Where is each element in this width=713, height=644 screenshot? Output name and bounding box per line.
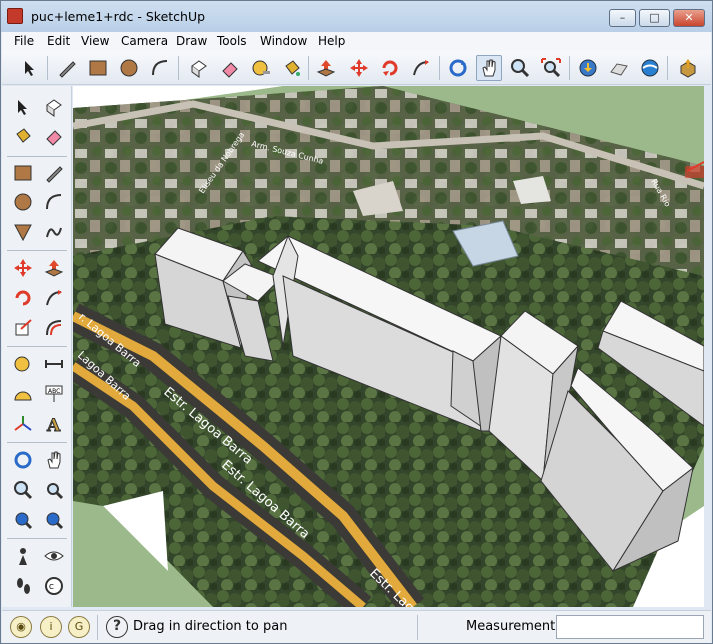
geo-location-icon[interactable]: ◉ (10, 616, 32, 638)
protractor-tool-icon[interactable] (10, 381, 36, 407)
rectangle-icon[interactable] (85, 55, 111, 81)
svg-text:C: C (49, 583, 54, 591)
rotate-tool-icon[interactable] (10, 285, 36, 311)
rectangle-tool-icon[interactable] (10, 160, 36, 186)
share-model-icon[interactable] (675, 55, 701, 81)
move-icon[interactable] (346, 55, 372, 81)
model-viewport[interactable]: Arm. Souza Cunha Eliseu da Nobrega Rua R… (73, 86, 704, 607)
select-tool-icon[interactable] (10, 94, 36, 120)
orbit-icon[interactable] (445, 55, 471, 81)
zoom-tool-icon[interactable] (10, 477, 36, 503)
3d-scene[interactable]: Arm. Souza Cunha Eliseu da Nobrega Rua R… (73, 86, 704, 607)
sketchup-app-icon[interactable] (7, 8, 23, 24)
dimension-tool-icon[interactable] (41, 351, 67, 377)
axes-tool-icon[interactable] (10, 411, 36, 437)
circle-tool-icon[interactable] (10, 189, 36, 215)
orbit-tool-icon[interactable] (10, 447, 36, 473)
line-tool-icon[interactable] (41, 160, 67, 186)
get-models-icon[interactable] (637, 55, 663, 81)
rotate-icon[interactable] (377, 55, 403, 81)
maximize-button[interactable]: □ (639, 9, 670, 27)
tape-measure-icon[interactable] (248, 55, 274, 81)
zoom-window-tool-icon[interactable] (41, 477, 67, 503)
arc-icon[interactable] (147, 55, 173, 81)
push-pull-tool-icon[interactable] (41, 255, 67, 281)
menu-view[interactable]: View (81, 34, 109, 48)
minimize-button[interactable]: – (609, 9, 636, 27)
push-pull-icon[interactable] (313, 55, 339, 81)
status-text: Drag in direction to pan (133, 619, 288, 634)
follow-me-tool-icon[interactable] (41, 285, 67, 311)
previous-view-icon[interactable] (10, 507, 36, 533)
status-bar: ◉ i G ? Drag in direction to pan Measure… (2, 610, 711, 643)
measurements-label: Measurements (466, 619, 563, 634)
sketchup-window: puc+leme1+rdc - SketchUp – □ ✕ File Edit… (0, 0, 713, 644)
move-tool-icon[interactable] (10, 255, 36, 281)
zoom-icon[interactable] (507, 55, 533, 81)
left-toolbar: ABC A C (2, 86, 72, 607)
3d-text-tool-icon[interactable]: A (41, 411, 67, 437)
offset-tool-icon[interactable] (41, 315, 67, 341)
pan-tool-icon[interactable] (41, 447, 67, 473)
paint-bucket-tool-icon[interactable] (10, 123, 36, 149)
polygon-tool-icon[interactable] (10, 219, 36, 245)
position-camera-icon[interactable] (10, 543, 36, 569)
text-tool-icon[interactable]: ABC (41, 381, 67, 407)
eraser-tool-icon[interactable] (41, 123, 67, 149)
window-title: puc+leme1+rdc - SketchUp (31, 9, 206, 24)
menu-window[interactable]: Window (260, 34, 307, 48)
section-plane-icon[interactable]: C (41, 573, 67, 599)
main-toolbar (2, 51, 711, 85)
instructor-help-icon[interactable]: ? (106, 616, 128, 638)
close-button[interactable]: ✕ (673, 9, 705, 27)
user-account-icon[interactable]: G (68, 616, 90, 638)
tape-measure-tool-icon[interactable] (10, 351, 36, 377)
menu-draw[interactable]: Draw (176, 34, 207, 48)
menu-help[interactable]: Help (318, 34, 345, 48)
pencil-icon[interactable] (54, 55, 80, 81)
look-around-icon[interactable] (41, 543, 67, 569)
add-location-icon[interactable] (575, 55, 601, 81)
pan-icon[interactable] (476, 55, 502, 81)
menu-edit[interactable]: Edit (47, 34, 70, 48)
arc-tool-icon[interactable] (41, 189, 67, 215)
select-icon[interactable] (17, 55, 43, 81)
svg-text:ABC: ABC (48, 388, 60, 395)
menu-file[interactable]: File (14, 34, 34, 48)
credits-icon[interactable]: i (40, 616, 62, 638)
scale-tool-icon[interactable] (10, 315, 36, 341)
walk-icon[interactable] (10, 573, 36, 599)
make-component-icon[interactable] (186, 55, 212, 81)
menu-bar: File Edit View Camera Draw Tools Window … (2, 32, 711, 51)
measurements-input[interactable] (556, 615, 704, 639)
zoom-extents-icon[interactable] (538, 55, 564, 81)
svg-text:A: A (46, 416, 61, 434)
eraser-icon[interactable] (217, 55, 243, 81)
title-bar[interactable]: puc+leme1+rdc - SketchUp – □ ✕ (1, 1, 712, 32)
freehand-tool-icon[interactable] (41, 219, 67, 245)
make-component-tool-icon[interactable] (41, 94, 67, 120)
toggle-terrain-icon[interactable] (606, 55, 632, 81)
circle-icon[interactable] (116, 55, 142, 81)
follow-me-icon[interactable] (408, 55, 434, 81)
zoom-extents-tool-icon[interactable] (41, 507, 67, 533)
menu-camera[interactable]: Camera (121, 34, 168, 48)
paint-bucket-icon[interactable] (279, 55, 305, 81)
menu-tools[interactable]: Tools (217, 34, 247, 48)
